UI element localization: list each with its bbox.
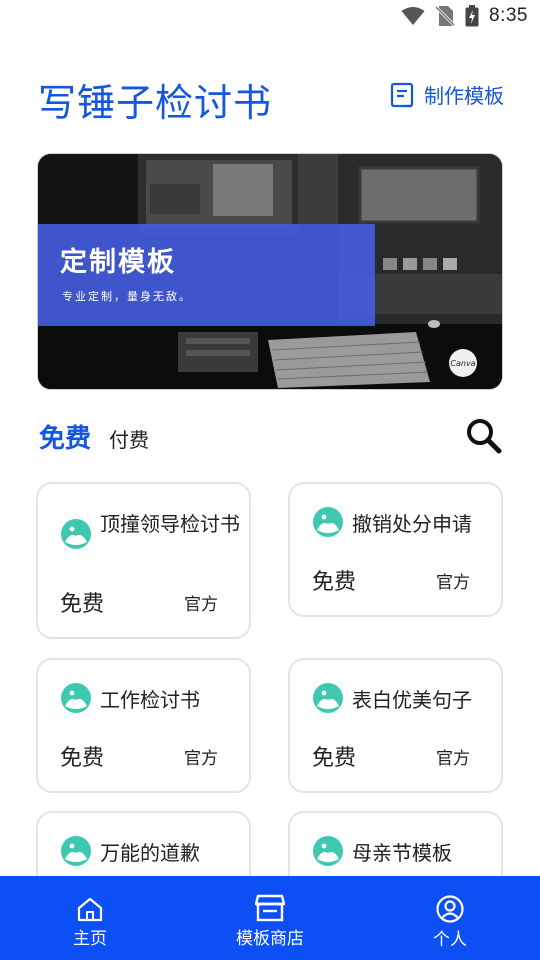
template-card-price: 免费 — [60, 592, 105, 617]
template-avatar-icon — [61, 519, 91, 549]
nav-home-label: 主页 — [73, 929, 107, 949]
nav-store[interactable]: 模板商店 — [220, 876, 320, 960]
tab-paid[interactable]: 付费 — [109, 424, 149, 453]
nav-profile-label: 个人 — [433, 930, 467, 950]
template-card[interactable]: 表白优美句子 免费 官方 — [288, 658, 503, 793]
nav-profile[interactable]: 个人 — [420, 876, 480, 960]
template-card-source: 官方 — [436, 573, 470, 593]
template-avatar-icon — [313, 507, 343, 537]
search-icon — [467, 419, 502, 454]
template-card-title: 顶撞领导检讨书 — [100, 512, 240, 536]
wifi-icon — [401, 7, 425, 25]
battery-icon — [465, 5, 479, 27]
template-card-title: 母亲节模板 — [352, 841, 452, 865]
canva-badge: Canva — [449, 349, 477, 377]
price-tabs: 免费 付费 — [39, 418, 149, 455]
template-doc-icon — [390, 82, 414, 107]
status-time: 8:35 — [489, 5, 528, 26]
make-template-button[interactable]: 制作模板 — [390, 80, 504, 109]
nav-home[interactable]: 主页 — [60, 876, 120, 960]
template-card-source: 官方 — [184, 749, 218, 769]
template-avatar-icon — [61, 683, 91, 713]
template-card[interactable]: 工作检讨书 免费 官方 — [36, 658, 251, 793]
bottom-nav: 主页 模板商店 个人 — [0, 876, 540, 960]
template-card-source: 官方 — [436, 749, 470, 769]
make-template-label: 制作模板 — [424, 84, 504, 108]
template-card-price: 免费 — [312, 746, 357, 771]
status-bar: 8:35 — [0, 0, 540, 36]
template-card-title: 表白优美句子 — [352, 688, 472, 712]
store-icon — [255, 894, 285, 922]
tab-free[interactable]: 免费 — [39, 418, 91, 455]
template-card-source: 官方 — [184, 595, 218, 615]
no-sim-icon — [435, 5, 456, 27]
user-icon — [436, 895, 464, 923]
page-title: 写锤子检讨书 — [38, 81, 273, 125]
template-card-title: 万能的道歉 — [100, 841, 200, 865]
template-card[interactable]: 顶撞领导检讨书 免费 官方 — [36, 482, 251, 639]
status-icons: 8:35 — [401, 5, 528, 27]
promo-banner[interactable]: 定制模板 专业定制，量身无敌。 Canva — [37, 153, 503, 390]
nav-store-label: 模板商店 — [236, 929, 304, 949]
template-card-price: 免费 — [60, 746, 105, 771]
template-avatar-icon — [313, 836, 343, 866]
banner-overlay: 定制模板 专业定制，量身无敌。 — [38, 224, 375, 326]
home-icon — [77, 897, 103, 922]
template-card-price: 免费 — [312, 570, 357, 595]
template-card[interactable]: 撤销处分申请 免费 官方 — [288, 482, 503, 617]
banner-title: 定制模板 — [60, 247, 176, 278]
banner-subtitle: 专业定制，量身无敌。 — [62, 290, 192, 303]
template-avatar-icon — [313, 683, 343, 713]
template-card-title: 撤销处分申请 — [352, 512, 472, 536]
search-button[interactable] — [464, 416, 504, 456]
template-avatar-icon — [61, 836, 91, 866]
template-card-title: 工作检讨书 — [100, 688, 200, 712]
